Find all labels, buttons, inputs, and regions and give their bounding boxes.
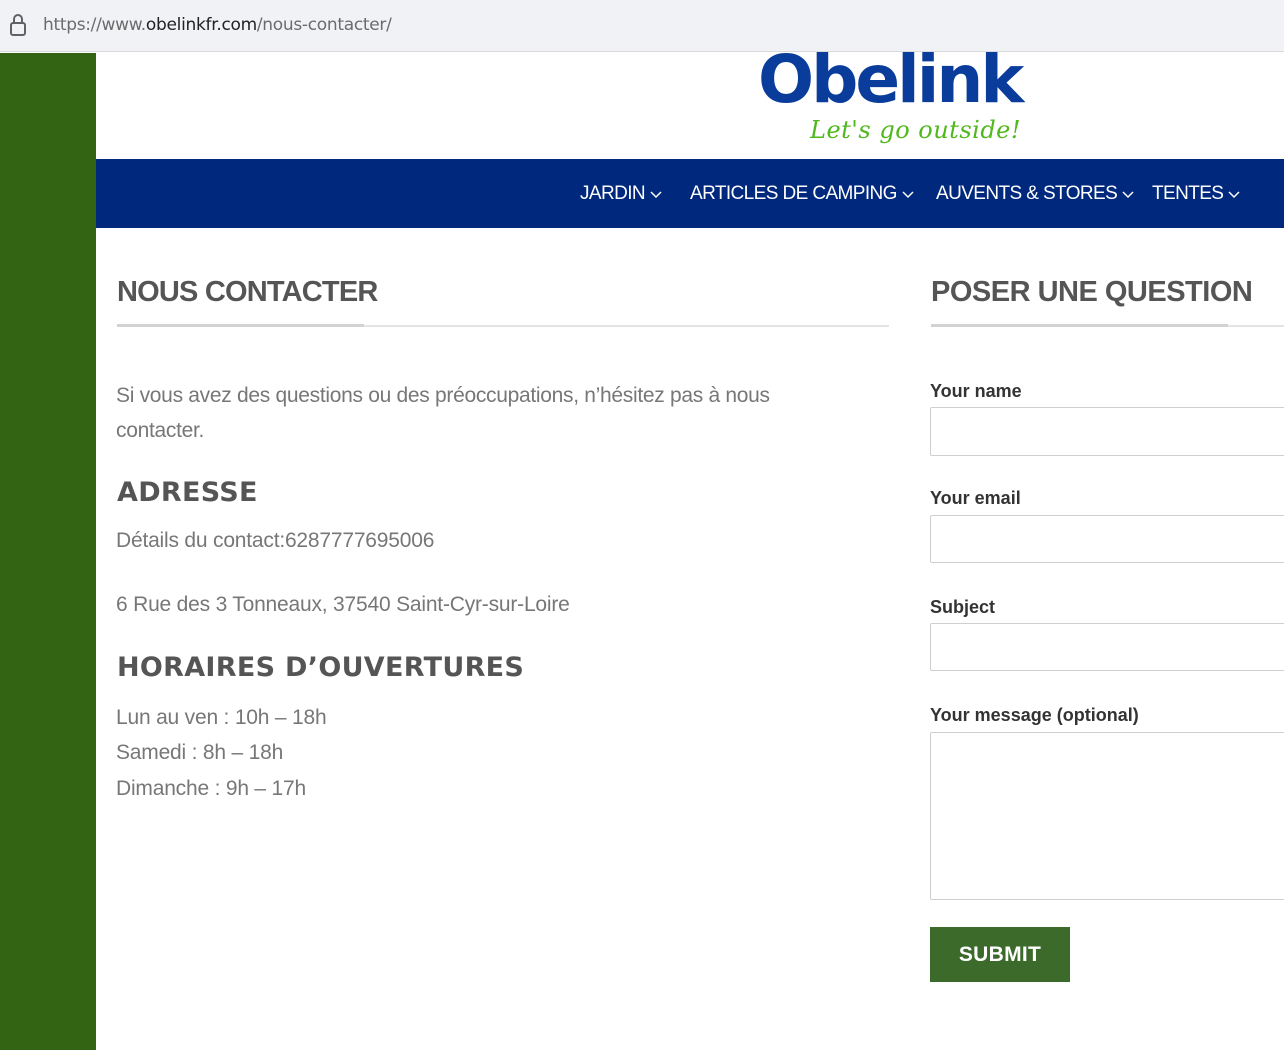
email-label: Your email bbox=[930, 488, 1021, 508]
contact-page-title: NOUS CONTACTER bbox=[117, 276, 378, 308]
hours-saturday: Samedi : 8h – 18h bbox=[116, 741, 284, 764]
title-underline bbox=[117, 324, 364, 327]
hours-weekdays: Lun au ven : 10h – 18h bbox=[116, 706, 327, 729]
nav-item-jardin[interactable]: JARDIN bbox=[580, 183, 662, 205]
browser-address-bar[interactable]: https://www.obelinkfr.com/nous-contacter… bbox=[0, 0, 1284, 52]
form-title-underline bbox=[931, 324, 1228, 327]
nav-item-label: AUVENTS & STORES bbox=[936, 183, 1118, 204]
url-host: obelinkfr.com bbox=[145, 15, 257, 35]
chevron-down-icon bbox=[650, 191, 662, 199]
hours-sunday: Dimanche : 9h – 17h bbox=[116, 777, 306, 800]
chevron-down-icon bbox=[1228, 191, 1240, 199]
message-label: Your message (optional) bbox=[930, 705, 1139, 725]
nav-item-auvents-stores[interactable]: AUVENTS & STORES bbox=[936, 183, 1134, 205]
nav-item-label: ARTICLES DE CAMPING bbox=[690, 183, 897, 204]
opening-hours-heading: HORAIRES D’OUVERTURES bbox=[117, 652, 525, 683]
left-green-panel bbox=[0, 53, 96, 1050]
chevron-down-icon bbox=[902, 191, 914, 199]
chevron-down-icon bbox=[1122, 191, 1134, 199]
site-logo[interactable]: Obelink bbox=[758, 47, 1024, 113]
url-path: /nous-contacter/ bbox=[256, 15, 392, 35]
nav-item-label: JARDIN bbox=[580, 183, 646, 204]
email-field[interactable] bbox=[930, 515, 1284, 563]
contact-details: Détails du contact:6287777695006 bbox=[116, 529, 435, 552]
contact-intro-text: Si vous avez des questions ou des préocc… bbox=[116, 384, 770, 442]
address-heading: ADRESSE bbox=[117, 477, 258, 508]
lock-icon bbox=[10, 14, 26, 36]
subject-label: Subject bbox=[930, 597, 996, 617]
street-address: 6 Rue des 3 Tonneaux, 37540 Saint-Cyr-su… bbox=[116, 593, 570, 616]
nav-item-articles-de-camping[interactable]: ARTICLES DE CAMPING bbox=[690, 183, 914, 205]
question-form-title: POSER UNE QUESTION bbox=[931, 276, 1253, 308]
logo-tagline: Let's go outside! bbox=[810, 116, 1022, 144]
nav-item-label: TENTES bbox=[1152, 183, 1224, 204]
name-field[interactable] bbox=[930, 407, 1284, 456]
url-prefix: https://www. bbox=[43, 15, 146, 35]
name-label: Your name bbox=[930, 381, 1022, 401]
site-header bbox=[96, 53, 1284, 159]
submit-button[interactable]: SUBMIT bbox=[930, 927, 1070, 982]
url-text[interactable]: https://www.obelinkfr.com/nous-contacter… bbox=[43, 15, 392, 35]
message-field[interactable] bbox=[930, 732, 1284, 900]
subject-field[interactable] bbox=[930, 623, 1284, 671]
nav-item-tentes[interactable]: TENTES bbox=[1152, 183, 1240, 205]
